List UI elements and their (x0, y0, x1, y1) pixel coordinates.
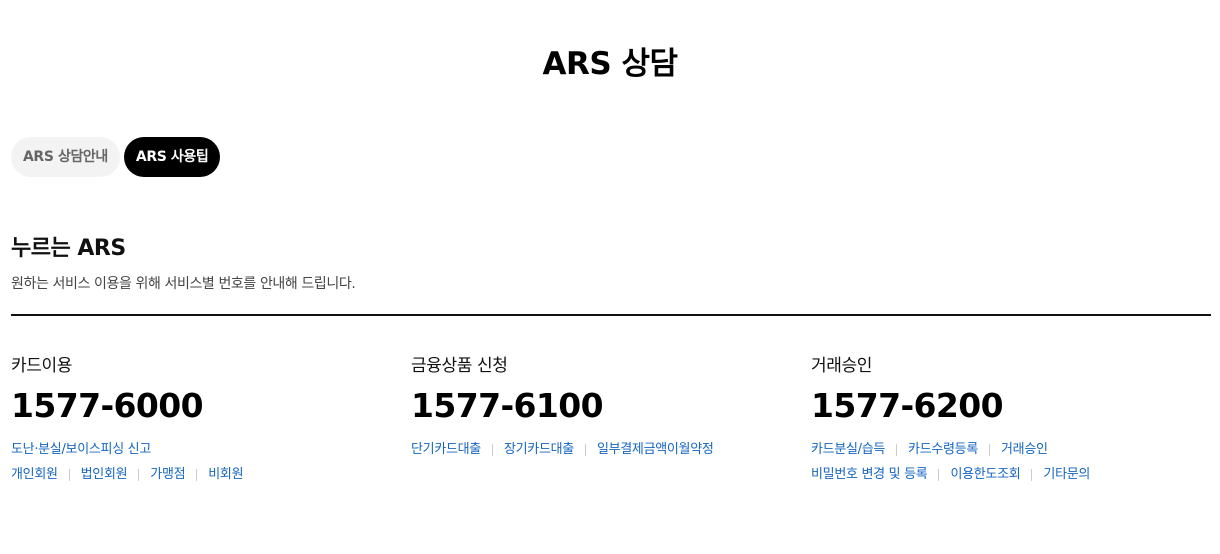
section-description: 원하는 서비스 이용을 위해 서비스별 번호를 안내해 드립니다. (11, 276, 356, 292)
link-limit-inquiry[interactable]: 이용한도조회 (950, 462, 1020, 487)
link-separator (138, 468, 140, 481)
link-separator (896, 443, 898, 456)
link-corporate-member[interactable]: 법인회원 (81, 462, 128, 487)
link-separator (68, 468, 70, 481)
link-row: 단기카드대출 장기카드대출 일부결제금액이월약정 (411, 437, 801, 462)
link-personal-member[interactable]: 개인회원 (11, 462, 58, 487)
link-separator (938, 468, 940, 481)
page-title: ARS 상담 (542, 46, 678, 82)
link-non-member[interactable]: 비회원 (208, 462, 243, 487)
link-separator (989, 443, 991, 456)
link-other-inquiry[interactable]: 기타문의 (1043, 462, 1090, 487)
phone-number: 1577-6000 (11, 386, 204, 425)
phone-number: 1577-6200 (811, 386, 1004, 425)
link-list: 도난·분실/보이스피싱 신고 개인회원 법인회원 가맹점 비회원 (11, 437, 401, 487)
card-label: 금융상품 신청 (411, 356, 508, 376)
link-merchant[interactable]: 가맹점 (150, 462, 185, 487)
section-divider (11, 314, 1211, 316)
link-short-term-card-loan[interactable]: 단기카드대출 (411, 437, 481, 462)
link-separator (196, 468, 198, 481)
link-row: 비밀번호 변경 및 등록 이용한도조회 기타문의 (811, 462, 1201, 487)
tab-bar: ARS 상담안내 ARS 사용팁 (11, 137, 221, 177)
link-transaction-approval[interactable]: 거래승인 (1001, 437, 1048, 462)
link-row: 개인회원 법인회원 가맹점 비회원 (11, 462, 401, 487)
card-label: 카드이용 (11, 356, 72, 376)
link-long-term-card-loan[interactable]: 장기카드대출 (504, 437, 574, 462)
ars-card-financial-products: 금융상품 신청 1577-6100 단기카드대출 장기카드대출 일부결제금액이월… (411, 353, 801, 462)
link-revolving-payment[interactable]: 일부결제금액이월약정 (597, 437, 714, 462)
ars-card-card-usage: 카드이용 1577-6000 도난·분실/보이스피싱 신고 개인회원 법인회원 … (11, 353, 401, 487)
link-theft-loss-phishing-report[interactable]: 도난·분실/보이스피싱 신고 (11, 437, 151, 462)
link-row: 카드분실/습득 카드수령등록 거래승인 (811, 437, 1201, 462)
link-list: 카드분실/습득 카드수령등록 거래승인 비밀번호 변경 및 등록 이용한도조회 … (811, 437, 1201, 487)
ars-card-transaction-approval: 거래승인 1577-6200 카드분실/습득 카드수령등록 거래승인 비밀번호 … (811, 353, 1201, 487)
section-title: 누르는 ARS (11, 236, 126, 261)
tab-ars-guide[interactable]: ARS 상담안내 (11, 137, 120, 177)
link-separator (491, 443, 493, 456)
link-row: 도난·분실/보이스피싱 신고 (11, 437, 401, 462)
link-password-change[interactable]: 비밀번호 변경 및 등록 (811, 462, 928, 487)
link-card-lost-found[interactable]: 카드분실/습득 (811, 437, 885, 462)
link-separator (584, 443, 586, 456)
tab-ars-tips[interactable]: ARS 사용팁 (123, 137, 221, 177)
phone-number: 1577-6100 (411, 386, 604, 425)
link-list: 단기카드대출 장기카드대출 일부결제금액이월약정 (411, 437, 801, 462)
link-separator (1031, 468, 1033, 481)
card-label: 거래승인 (811, 356, 872, 376)
link-card-receipt-registration[interactable]: 카드수령등록 (908, 437, 978, 462)
